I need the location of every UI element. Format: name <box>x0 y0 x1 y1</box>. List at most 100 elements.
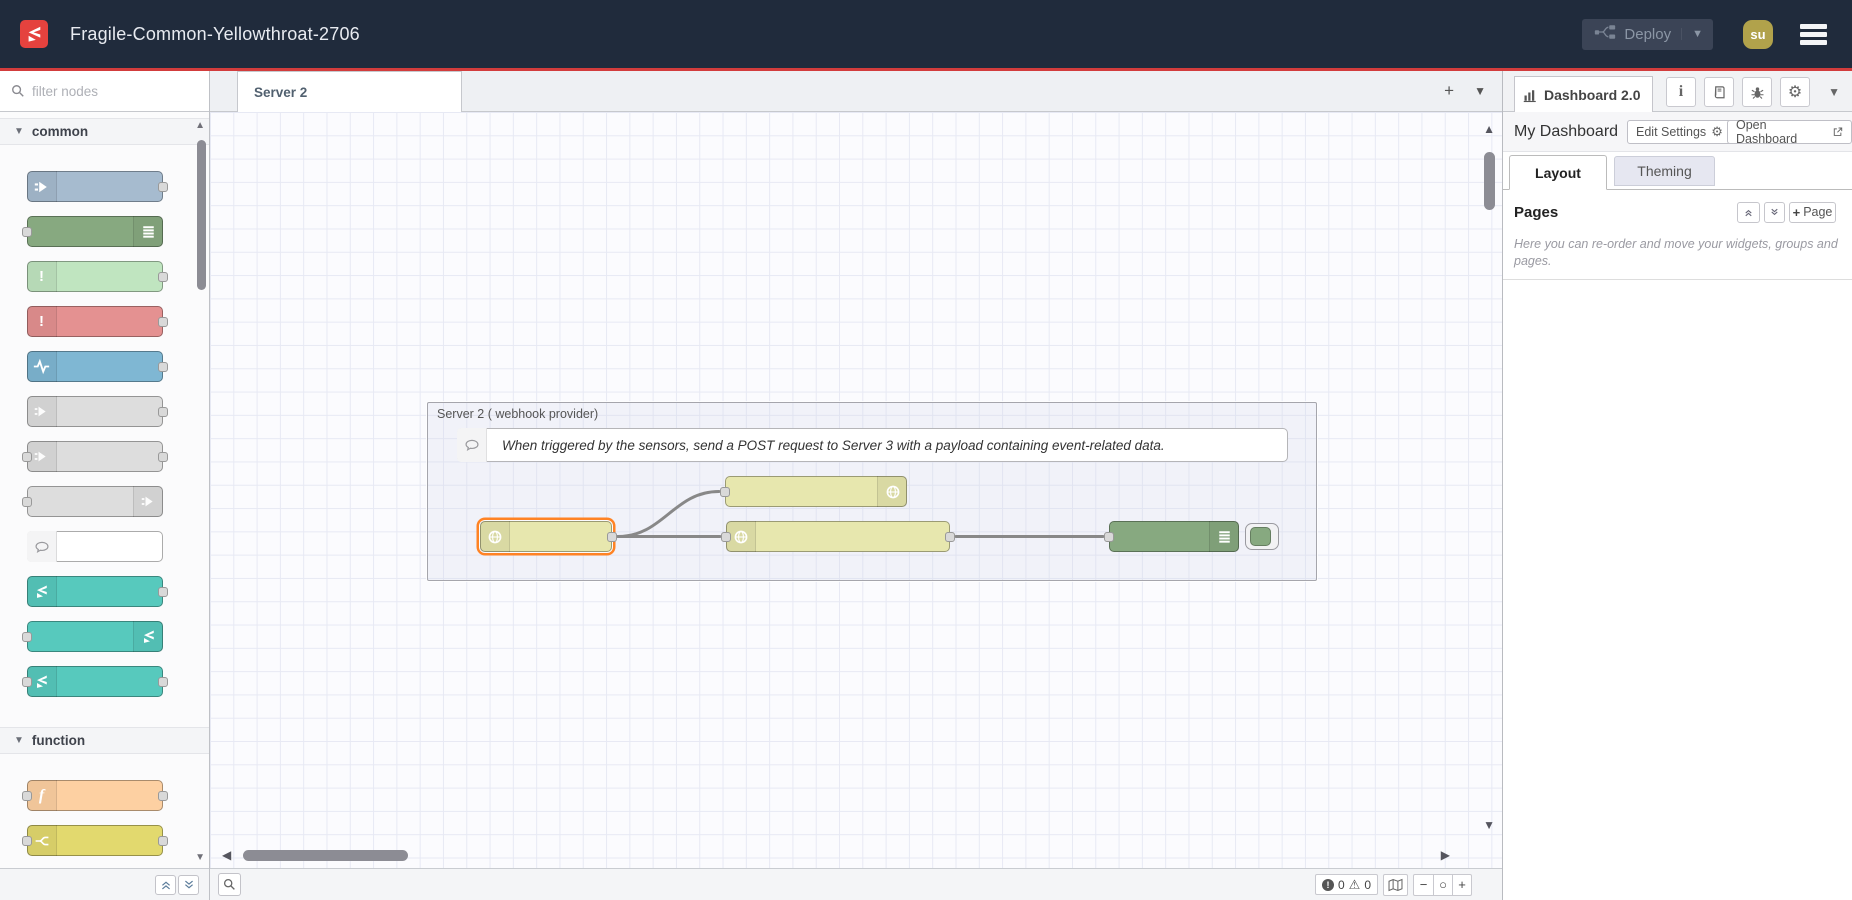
navigator-toggle-button[interactable] <box>1383 874 1408 896</box>
deploy-dropdown-caret-icon[interactable]: ▼ <box>1681 28 1703 40</box>
output-port <box>158 362 168 372</box>
globe-icon <box>480 521 510 552</box>
config-tab-button[interactable]: ⚙ <box>1780 77 1810 107</box>
deploy-label: Deploy <box>1624 26 1671 43</box>
category-label: common <box>32 124 88 139</box>
expand-all-button[interactable] <box>178 875 199 895</box>
warning-icon: ⚠ <box>1349 877 1361 893</box>
flow-canvas[interactable]: Server 2 ( webhook provider) When trigge… <box>210 112 1502 868</box>
canvas-hscrollbar-thumb[interactable] <box>243 850 408 861</box>
add-flow-icon[interactable]: + <box>1444 81 1454 101</box>
right-sidebar: Dashboard 2.0 i ⚙ ▼ My Dashboard Edit Se… <box>1502 71 1852 900</box>
palette-node-project-call[interactable] <box>27 666 163 697</box>
filter-nodes-input[interactable] <box>32 84 182 99</box>
zoom-reset-button[interactable]: ○ <box>1433 875 1452 895</box>
palette-search[interactable] <box>0 71 209 112</box>
app-logo-icon <box>20 20 48 48</box>
canvas-scroll-up-icon[interactable]: ▲ <box>1483 122 1495 136</box>
error-icon: ! <box>1322 879 1334 891</box>
workspace: Server 2 + ▼ Server 2 ( webhook provider… <box>210 71 1502 900</box>
flow-node-request-server3[interactable] <box>726 521 950 552</box>
bug-icon <box>1750 85 1765 100</box>
input-port[interactable] <box>721 532 731 542</box>
palette-category-function[interactable]: ▼function <box>0 727 209 754</box>
input-port <box>22 497 32 507</box>
tab-layout[interactable]: Layout <box>1509 155 1607 190</box>
globe-icon <box>877 476 907 507</box>
flow-node-webhook[interactable] <box>480 521 612 552</box>
palette-node-link-call[interactable] <box>27 441 163 472</box>
flow-node-http-response[interactable] <box>725 476 907 507</box>
output-port[interactable] <box>945 532 955 542</box>
palette-node-catch[interactable]: ! <box>27 306 163 337</box>
map-icon <box>1388 878 1403 892</box>
palette-node-debug[interactable] <box>27 216 163 247</box>
sidebar-tabbar: Dashboard 2.0 i ⚙ ▼ <box>1503 71 1852 112</box>
palette-node-complete[interactable]: ! <box>27 261 163 292</box>
move-page-down-button[interactable] <box>1764 202 1785 223</box>
deploy-button[interactable]: Deploy ▼ <box>1582 19 1713 50</box>
speech-bubble-icon <box>457 428 487 462</box>
tab-theming[interactable]: Theming <box>1614 156 1715 186</box>
chevron-down-icon: ▼ <box>14 735 24 746</box>
canvas-scroll-right-icon[interactable]: ▶ <box>1441 848 1450 862</box>
bar-chart-icon <box>1523 88 1538 103</box>
project-logo-icon <box>133 621 163 652</box>
palette-node-link-in[interactable] <box>27 396 163 427</box>
collapse-all-button[interactable] <box>155 875 176 895</box>
flow-group-label: Server 2 ( webhook provider) <box>437 407 598 421</box>
dashboard-header: My Dashboard Edit Settings ⚙ Open Dashbo… <box>1503 112 1852 152</box>
comment-node[interactable]: When triggered by the sensors, send a PO… <box>457 428 1288 462</box>
palette-node-inject[interactable] <box>27 171 163 202</box>
debug-enable-toggle[interactable] <box>1245 523 1279 550</box>
page-title: Fragile-Common-Yellowthroat-2706 <box>70 24 360 45</box>
flow-tab-server-2[interactable]: Server 2 <box>237 71 462 112</box>
zoom-in-button[interactable]: + <box>1452 875 1471 895</box>
tab-dashboard-2[interactable]: Dashboard 2.0 <box>1514 76 1653 113</box>
canvas-vscrollbar-thumb[interactable] <box>1484 152 1495 210</box>
flow-list-caret-icon[interactable]: ▼ <box>1474 84 1486 98</box>
add-page-button[interactable]: + Page <box>1789 202 1836 223</box>
input-port[interactable] <box>720 487 730 497</box>
zoom-out-button[interactable]: − <box>1414 875 1433 895</box>
add-page-label: Page <box>1803 205 1832 219</box>
palette-node-status[interactable] <box>27 351 163 382</box>
canvas-search-button[interactable] <box>218 873 241 896</box>
palette-category-common[interactable]: ▼common <box>0 118 209 145</box>
info-tab-button[interactable]: i <box>1666 77 1696 107</box>
palette-node-project-in[interactable] <box>27 576 163 607</box>
main-menu-icon[interactable] <box>1800 21 1827 48</box>
palette-node-function[interactable]: f <box>27 780 163 811</box>
palette-scroll-up-icon[interactable]: ▲ <box>195 120 205 131</box>
edit-settings-button[interactable]: Edit Settings ⚙ <box>1627 120 1732 144</box>
output-port <box>158 677 168 687</box>
input-port <box>22 227 32 237</box>
notifications-badge[interactable]: ! 0 ⚠ 0 <box>1315 874 1378 895</box>
edit-settings-label: Edit Settings <box>1636 125 1706 139</box>
palette-scroll-down-icon[interactable]: ▼ <box>195 852 205 863</box>
input-port[interactable] <box>1104 532 1114 542</box>
sidebar-menu-caret-icon[interactable]: ▼ <box>1828 85 1840 99</box>
list-icon <box>133 216 163 247</box>
exclamation-icon: ! <box>27 261 57 292</box>
palette-node-link-out[interactable] <box>27 486 163 517</box>
user-avatar[interactable]: su <box>1743 20 1773 49</box>
move-page-up-button[interactable] <box>1737 202 1760 223</box>
book-icon <box>1712 85 1727 100</box>
list-icon <box>1209 521 1239 552</box>
palette-node-switch[interactable] <box>27 825 163 856</box>
output-port[interactable] <box>607 532 617 542</box>
palette-node-comment[interactable] <box>27 531 163 562</box>
input-port <box>22 791 32 801</box>
help-tab-button[interactable] <box>1704 77 1734 107</box>
palette-node-project-out[interactable] <box>27 621 163 652</box>
output-port <box>158 791 168 801</box>
debug-tab-button[interactable] <box>1742 77 1772 107</box>
open-dashboard-button[interactable]: Open Dashboard <box>1727 120 1852 144</box>
canvas-scroll-left-icon[interactable]: ◀ <box>222 848 231 862</box>
palette-scrollbar-thumb[interactable] <box>197 140 206 290</box>
flow-node-debug-1[interactable] <box>1109 521 1239 552</box>
flow-tab-label: Server 2 <box>254 85 307 100</box>
canvas-scroll-down-icon[interactable]: ▼ <box>1483 818 1495 832</box>
deploy-nodes-icon <box>1594 24 1616 45</box>
